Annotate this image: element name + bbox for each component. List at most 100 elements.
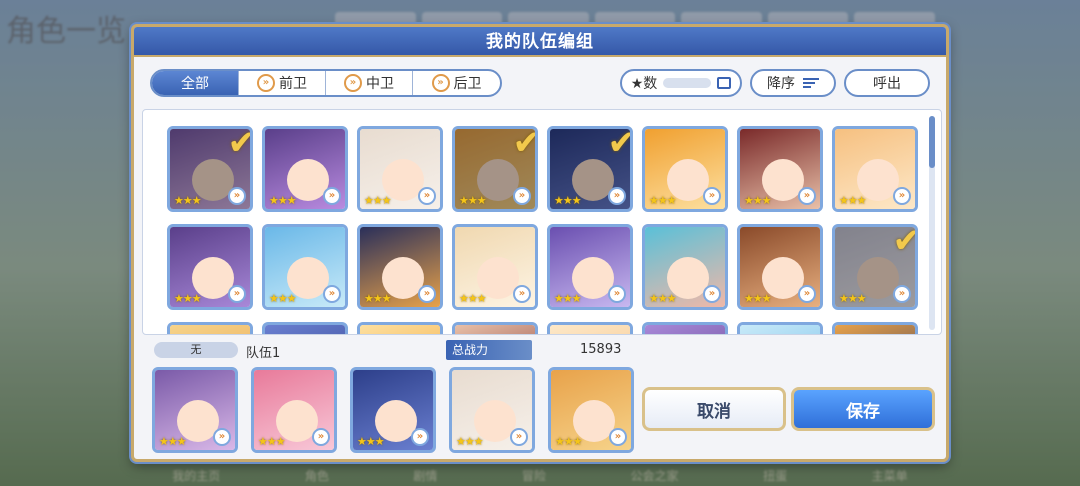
roster-card[interactable]: ★★★ » [642, 126, 728, 212]
order-button[interactable]: 降序 [750, 69, 836, 97]
position-icon: » [323, 187, 341, 205]
star-rating: ★★★ [649, 292, 677, 305]
roster-card[interactable]: ★★★ » ✔ [832, 224, 918, 310]
star-rating: ★★★ [649, 194, 677, 207]
swap-icon [717, 77, 732, 89]
party-member-card[interactable]: ★★★ » [449, 367, 535, 453]
roster-card[interactable]: ★★★ » [737, 126, 823, 212]
position-icon: » [228, 285, 246, 303]
checkmark-icon: ✔ [608, 129, 631, 163]
party-info: 无 队伍1 总战力 15893 [150, 340, 930, 361]
star-rating: ★★★ [744, 292, 772, 305]
position-icon: » [213, 428, 231, 446]
roster-card[interactable]: ★★★ » ✔ [452, 126, 538, 212]
roster-card-partial[interactable] [452, 322, 538, 334]
sort-button[interactable]: ★数 [620, 69, 742, 97]
roster-card[interactable]: ★★★ » [357, 224, 443, 310]
tab-middle[interactable]: » 中卫 [326, 71, 413, 95]
position-icon: » [798, 285, 816, 303]
roster-card[interactable]: ★★★ » [547, 224, 633, 310]
sort-controls: ★数 降序 呼出 [620, 69, 930, 97]
position-icon: » [228, 187, 246, 205]
roster-card[interactable]: ★★★ » ✔ [167, 126, 253, 212]
position-icon: » [323, 285, 341, 303]
character-portrait [740, 325, 820, 334]
roster-card[interactable]: ★★★ » [452, 224, 538, 310]
position-icon: » [608, 187, 626, 205]
tab-front[interactable]: » 前卫 [239, 71, 326, 95]
character-portrait [360, 325, 440, 334]
roster-card[interactable]: ★★★ » [737, 224, 823, 310]
order-label: 降序 [767, 76, 795, 92]
sort-field-bar [663, 78, 712, 88]
roster-card[interactable]: ★★★ » [357, 126, 443, 212]
position-icon: » [513, 187, 531, 205]
roster-card-partial[interactable] [832, 322, 918, 334]
character-portrait [455, 325, 535, 334]
star-rating: ★★★ [357, 435, 385, 448]
party-member-card[interactable]: ★★★ » [350, 367, 436, 453]
party-badge: 无 [154, 342, 238, 358]
character-roster[interactable]: ★★★»✔★★★»★★★»★★★»✔★★★»✔★★★»★★★»★★★»★★★»★… [142, 109, 942, 335]
roster-card-partial[interactable] [547, 322, 633, 334]
star-rating: ★★★ [159, 435, 187, 448]
position-icon: » [608, 285, 626, 303]
tab-label: 前卫 [279, 76, 307, 92]
star-rating: ★★★ [839, 292, 867, 305]
chevron-double-icon: » [257, 74, 275, 92]
position-icon: » [609, 428, 627, 446]
roster-card[interactable]: ★★★ » [832, 126, 918, 212]
call-button[interactable]: 呼出 [844, 69, 930, 97]
checkmark-icon: ✔ [893, 227, 916, 261]
position-icon: » [418, 187, 436, 205]
save-button[interactable]: 保存 [791, 387, 935, 431]
save-label: 保存 [846, 401, 880, 422]
party-member-card[interactable]: ★★★ » [152, 367, 238, 453]
star-rating: ★★★ [555, 435, 583, 448]
party-member-card[interactable]: ★★★ » [251, 367, 337, 453]
position-icon: » [510, 428, 528, 446]
roster-card-partial[interactable] [167, 322, 253, 334]
star-rating: ★★★ [744, 194, 772, 207]
star-rating: ★★★ [364, 194, 392, 207]
cancel-label: 取消 [697, 401, 731, 422]
position-icon: » [513, 285, 531, 303]
roster-card-partial[interactable] [357, 322, 443, 334]
star-rating: ★★★ [364, 292, 392, 305]
star-rating: ★★★ [459, 292, 487, 305]
roster-card[interactable]: ★★★ » ✔ [547, 126, 633, 212]
star-rating: ★★★ [554, 194, 582, 207]
call-label: 呼出 [873, 76, 901, 92]
descending-icon [803, 78, 819, 88]
roster-card[interactable]: ★★★ » [262, 224, 348, 310]
tab-label: 全部 [181, 76, 209, 92]
position-tabs: 全部» 前卫» 中卫» 后卫 [150, 69, 502, 97]
chevron-double-icon: » [431, 74, 450, 92]
roster-card[interactable]: ★★★ » [642, 224, 728, 310]
roster-card[interactable]: ★★★ » [167, 224, 253, 310]
star-rating: ★★★ [459, 194, 487, 207]
position-icon: » [418, 285, 436, 303]
star-rating: ★★★ [269, 194, 297, 207]
party-members: ★★★ » ★★★ » ★★★ » ★★★ » ★★★ » [152, 367, 634, 453]
roster-scrollbar[interactable] [929, 116, 935, 330]
position-icon: » [312, 428, 330, 446]
toolbar: 全部» 前卫» 中卫» 后卫 ★数 降序 呼出 [150, 69, 930, 97]
tab-all[interactable]: 全部 [152, 71, 239, 95]
character-portrait [550, 325, 630, 334]
roster-card-partial[interactable] [262, 322, 348, 334]
tab-label: 中卫 [366, 76, 394, 92]
cancel-button[interactable]: 取消 [642, 387, 786, 431]
roster-card-partial[interactable] [737, 322, 823, 334]
star-rating: ★★★ [839, 194, 867, 207]
roster-card-partial[interactable] [642, 322, 728, 334]
scroll-thumb[interactable] [929, 116, 935, 168]
party-member-card[interactable]: ★★★ » [548, 367, 634, 453]
character-portrait [265, 325, 345, 334]
star-rating: ★★★ [554, 292, 582, 305]
total-power-label: 总战力 [446, 340, 532, 360]
roster-card[interactable]: ★★★ » [262, 126, 348, 212]
party-name: 队伍1 [246, 346, 281, 361]
tab-back[interactable]: » 后卫 [413, 71, 500, 95]
character-portrait [835, 325, 915, 334]
